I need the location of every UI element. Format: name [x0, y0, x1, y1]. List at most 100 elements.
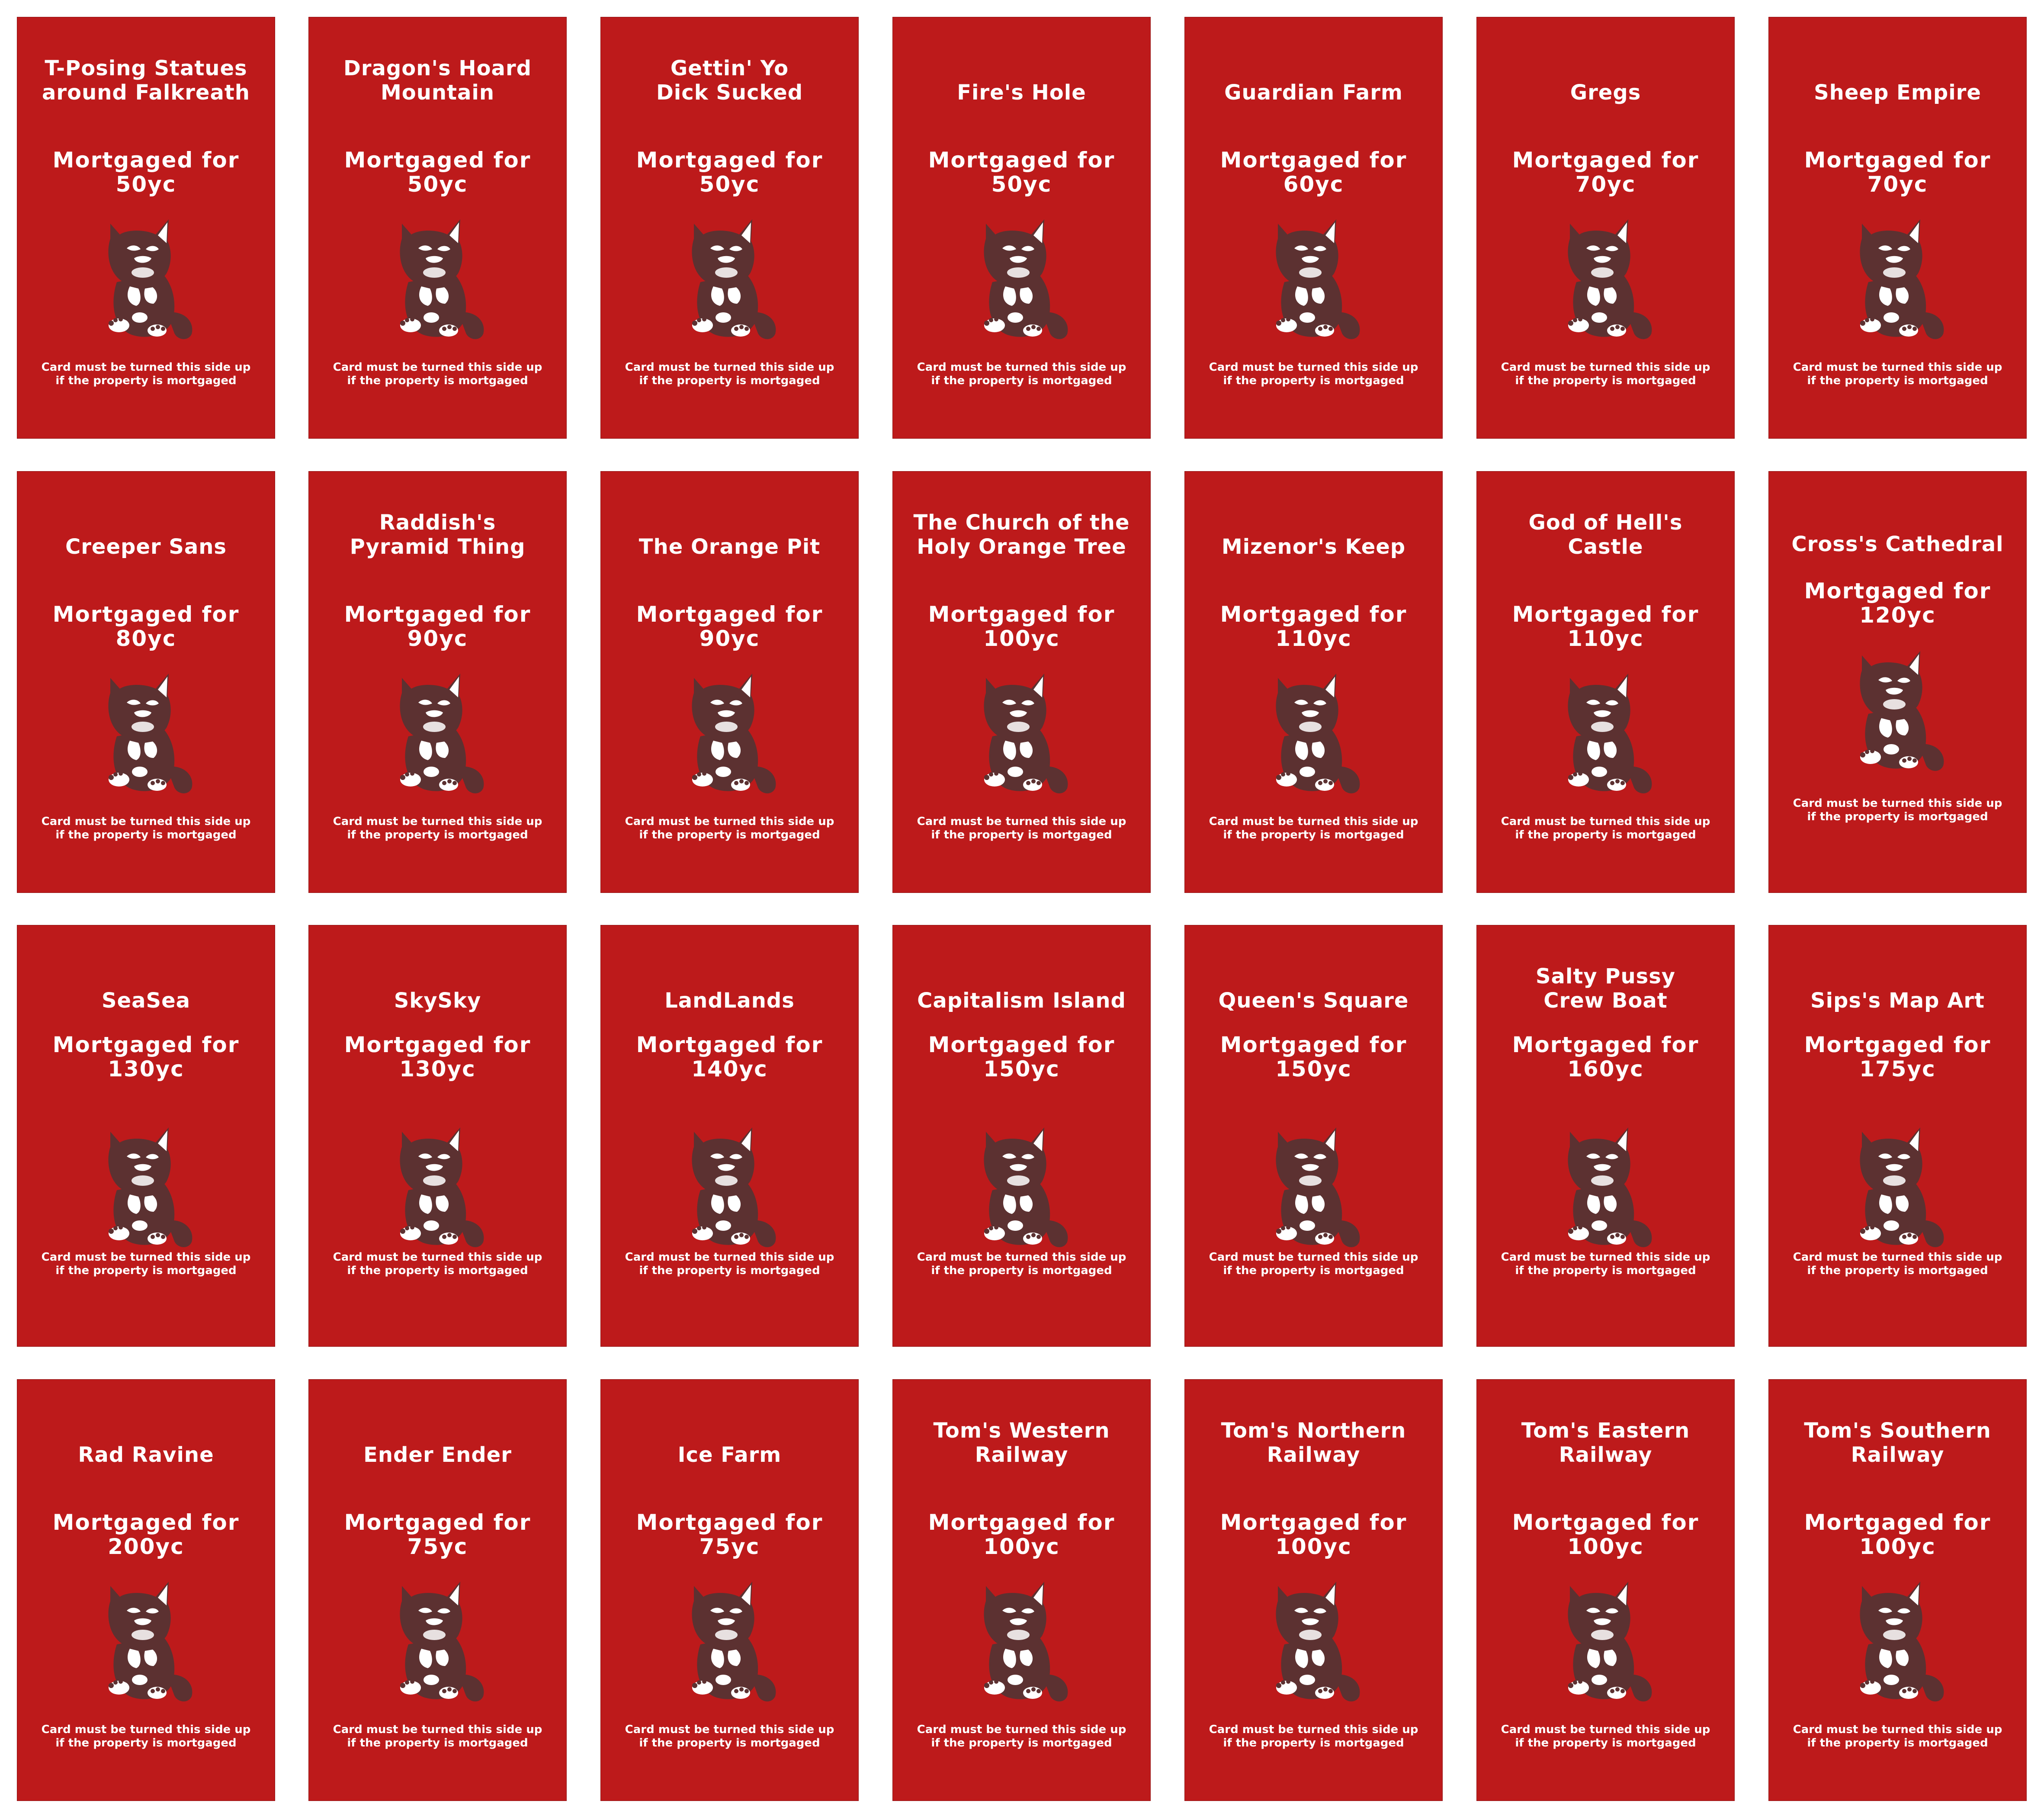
price-label: Mortgaged for — [1804, 1510, 1991, 1535]
cat-mascot-icon — [1568, 1127, 1652, 1247]
price-value: 100yc — [1859, 1534, 1936, 1559]
card-price: Mortgaged for 75yc — [318, 1510, 558, 1559]
price-value: 60yc — [1283, 172, 1344, 197]
mortgage-card: Gettin' Yo Dick Sucked Mortgaged for 50y… — [600, 17, 859, 439]
card-price: Mortgaged for 110yc — [1194, 602, 1434, 651]
card-title: Gettin' Yo Dick Sucked — [656, 56, 803, 105]
card-price: Mortgaged for 175yc — [1778, 1033, 2018, 1081]
price-label: Mortgaged for — [928, 602, 1115, 627]
price-value: 75yc — [407, 1534, 468, 1559]
price-label: Mortgaged for — [344, 602, 531, 627]
mortgage-note: Card must be turned this side up if the … — [333, 361, 542, 387]
mortgage-note: Card must be turned this side up if the … — [917, 361, 1126, 387]
mortgage-note: Card must be turned this side up if the … — [1209, 815, 1418, 841]
price-value: 150yc — [1275, 1056, 1352, 1082]
card-price: Mortgaged for 150yc — [1194, 1033, 1434, 1081]
mortgage-note: Card must be turned this side up if the … — [1501, 361, 1710, 387]
cat-mascot-icon — [1568, 219, 1652, 339]
price-label: Mortgaged for — [1220, 148, 1407, 173]
cat-mascot-icon — [1860, 219, 1944, 339]
card-price: Mortgaged for 140yc — [610, 1033, 850, 1081]
mortgage-note: Card must be turned this side up if the … — [41, 361, 251, 387]
mortgage-note: Card must be turned this side up if the … — [625, 1723, 834, 1750]
cat-mascot-icon — [984, 1582, 1068, 1701]
card-price: Mortgaged for 50yc — [902, 148, 1142, 196]
card-title: Tom's Western Railway — [933, 1419, 1110, 1467]
card-title: Salty Pussy Crew Boat — [1535, 964, 1676, 1013]
card-price: Mortgaged for 50yc — [610, 148, 850, 196]
price-label: Mortgaged for — [636, 148, 823, 173]
mortgage-card: Ender Ender Mortgaged for 75yc Card must… — [308, 1379, 567, 1801]
mortgage-card: Salty Pussy Crew Boat Mortgaged for 160y… — [1476, 925, 1735, 1347]
price-value: 50yc — [991, 172, 1052, 197]
price-value: 130yc — [399, 1056, 476, 1082]
card-title: The Church of the Holy Orange Tree — [913, 510, 1130, 559]
mortgage-card: Creeper Sans Mortgaged for 80yc Card mus… — [17, 471, 275, 893]
price-label: Mortgaged for — [52, 148, 240, 173]
price-label: Mortgaged for — [1512, 148, 1699, 173]
card-title: Queen's Square — [1218, 989, 1409, 1013]
price-value: 100yc — [1275, 1534, 1352, 1559]
card-title: Fire's Hole — [957, 80, 1086, 105]
mortgage-note: Card must be turned this side up if the … — [1209, 361, 1418, 387]
mortgage-card: Ice Farm Mortgaged for 75yc Card must be… — [600, 1379, 859, 1801]
card-price: Mortgaged for 75yc — [610, 1510, 850, 1559]
card-price: Mortgaged for 50yc — [318, 148, 558, 196]
mortgage-note: Card must be turned this side up if the … — [41, 1251, 251, 1277]
card-title: God of Hell's Castle — [1528, 510, 1683, 559]
price-value: 175yc — [1859, 1056, 1936, 1082]
price-value: 90yc — [699, 626, 760, 651]
mortgage-note: Card must be turned this side up if the … — [333, 1251, 542, 1277]
card-price: Mortgaged for 70yc — [1778, 148, 2018, 196]
card-title: Dragon's Hoard Mountain — [343, 56, 532, 105]
mortgage-note: Card must be turned this side up if the … — [625, 815, 834, 841]
mortgage-card: Capitalism Island Mortgaged for 150yc Ca… — [892, 925, 1151, 1347]
card-title: Rad Ravine — [78, 1443, 214, 1467]
cat-mascot-icon — [1276, 674, 1360, 793]
mortgage-card: Sheep Empire Mortgaged for 70yc Card mus… — [1768, 17, 2027, 439]
price-value: 110yc — [1275, 626, 1352, 651]
card-title: Ice Farm — [677, 1443, 782, 1467]
mortgage-card: God of Hell's Castle Mortgaged for 110yc — [1476, 471, 1735, 893]
card-title: Tom's Southern Railway — [1804, 1419, 1991, 1467]
mortgage-card: The Orange Pit Mortgaged for 90yc Card m… — [600, 471, 859, 893]
cat-mascot-icon — [1276, 1582, 1360, 1701]
price-value: 50yc — [116, 172, 176, 197]
cat-mascot-icon — [400, 1582, 484, 1701]
mortgage-note: Card must be turned this side up if the … — [917, 815, 1126, 841]
mortgage-note: Card must be turned this side up if the … — [1209, 1723, 1418, 1750]
cat-mascot-icon — [108, 674, 193, 793]
price-label: Mortgaged for — [928, 1032, 1115, 1057]
card-title: The Orange Pit — [639, 535, 821, 559]
price-value: 120yc — [1859, 603, 1936, 628]
cat-mascot-icon — [692, 1582, 776, 1701]
card-title: SkySky — [394, 989, 481, 1013]
price-label: Mortgaged for — [1220, 1510, 1407, 1535]
cat-mascot-icon — [692, 674, 776, 793]
mortgage-note: Card must be turned this side up if the … — [1501, 1723, 1710, 1750]
mortgage-card: Tom's Northern Railway Mortgaged for 100… — [1184, 1379, 1443, 1801]
mortgage-note: Card must be turned this side up if the … — [41, 815, 251, 841]
price-label: Mortgaged for — [52, 1510, 240, 1535]
price-label: Mortgaged for — [1804, 1032, 1991, 1057]
mortgage-note: Card must be turned this side up if the … — [917, 1723, 1126, 1750]
mortgage-card: Tom's Southern Railway Mortgaged for 100… — [1768, 1379, 2027, 1801]
cat-mascot-icon — [1568, 1582, 1652, 1701]
card-price: Mortgaged for 100yc — [902, 602, 1142, 651]
card-title: Tom's Eastern Railway — [1521, 1419, 1690, 1467]
mortgage-card: Raddish's Pyramid Thing Mortgaged for 90… — [308, 471, 567, 893]
price-value: 140yc — [691, 1056, 768, 1082]
mortgage-note: Card must be turned this side up if the … — [41, 1723, 251, 1750]
cat-mascot-icon — [1276, 1127, 1360, 1247]
price-label: Mortgaged for — [928, 148, 1115, 173]
card-price: Mortgaged for 130yc — [318, 1033, 558, 1081]
price-label: Mortgaged for — [636, 1510, 823, 1535]
mortgage-card: Tom's Western Railway Mortgaged for 100y… — [892, 1379, 1151, 1801]
price-value: 90yc — [407, 626, 468, 651]
price-label: Mortgaged for — [1220, 602, 1407, 627]
cat-mascot-icon — [984, 1127, 1068, 1247]
mortgage-card: Mizenor's Keep Mortgaged for 110yc Card … — [1184, 471, 1443, 893]
price-value: 200yc — [108, 1534, 184, 1559]
price-label: Mortgaged for — [344, 1510, 531, 1535]
card-title: SeaSea — [101, 989, 191, 1013]
